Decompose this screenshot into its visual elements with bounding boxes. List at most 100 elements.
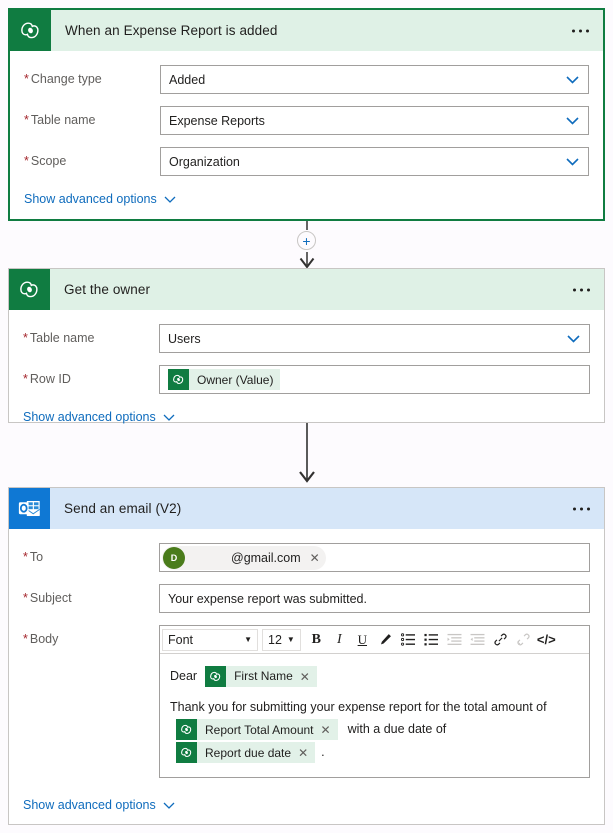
flow-card-get-owner[interactable]: Get the owner * Table name Users * Row I… (8, 268, 605, 424)
remove-token-icon[interactable]: ✕ (298, 747, 315, 759)
card-header-trigger[interactable]: When an Expense Report is added (10, 10, 603, 51)
code-view-button[interactable]: </> (535, 629, 558, 651)
remove-recipient-icon[interactable]: ✕ (310, 551, 320, 565)
bold-icon: B (311, 631, 321, 647)
chevron-down-icon (163, 414, 175, 421)
show-advanced-options-send-email[interactable]: Show advanced options (23, 790, 590, 828)
chevron-down-icon[interactable] (566, 157, 579, 166)
flow-card-send-email[interactable]: Send an email (V2) * To D @gmail.com ✕ *… (8, 487, 605, 825)
dataverse-icon (10, 10, 51, 51)
field-row-row-id: * Row ID Owner (Value) (23, 365, 590, 394)
trailing-text: . (321, 745, 325, 760)
indent-button[interactable] (443, 629, 466, 651)
font-family-dropdown[interactable]: Font ▼ (162, 628, 258, 651)
dynamic-token-first-name[interactable]: First Name ✕ (205, 666, 317, 687)
subject-input[interactable]: Your expense report was submitted. (159, 584, 590, 613)
required-asterisk: * (23, 550, 28, 564)
chevron-down-icon[interactable] (567, 334, 580, 343)
chevron-down-icon[interactable] (566, 116, 579, 125)
required-asterisk: * (23, 372, 28, 386)
date-token-line: Report due date ✕ . (170, 742, 579, 764)
body-main-paragraph: Thank you for submitting your expense re… (170, 698, 579, 764)
recipient-chip[interactable]: D @gmail.com ✕ (162, 545, 326, 570)
dot (587, 507, 590, 510)
chevron-down-icon[interactable] (566, 75, 579, 84)
mid-text: with a due date of (347, 722, 447, 737)
field-label-users-table-name: * Table name (23, 331, 95, 345)
scope-value: Organization (169, 154, 240, 169)
token-label: Owner (Value) (197, 372, 274, 387)
code-icon: </> (536, 632, 556, 647)
underline-icon: U (357, 631, 368, 647)
field-label-row-id: * Row ID (23, 372, 71, 386)
required-asterisk: * (23, 331, 28, 345)
change-type-value: Added (169, 72, 206, 87)
bold-button[interactable]: B (305, 629, 328, 651)
table-name-value: Expense Reports (169, 113, 265, 128)
underline-button[interactable]: U (351, 629, 374, 651)
body-rich-text-editor[interactable]: Font ▼ 12 ▼ B I U </> Dear First Name ✕ … (159, 625, 590, 779)
highlighter-icon (380, 634, 391, 645)
italic-icon: I (336, 631, 342, 647)
subject-value: Your expense report was submitted. (168, 591, 367, 606)
dot (579, 29, 582, 32)
outdent-icon (470, 633, 485, 645)
field-label-subject: * Subject (23, 591, 72, 605)
card-body-trigger: * Change type Added * Table name Expense… (10, 51, 603, 222)
dynamic-token-report-due-date[interactable]: Report due date ✕ (176, 742, 316, 764)
card-header-send-email[interactable]: Send an email (V2) (9, 488, 604, 529)
card-menu-button-send-email[interactable] (569, 501, 594, 516)
card-menu-button-trigger[interactable] (568, 23, 593, 38)
field-label-scope: * Scope (24, 154, 67, 168)
card-header-get-owner[interactable]: Get the owner (9, 269, 604, 310)
italic-button[interactable]: I (328, 629, 351, 651)
table-name-select[interactable]: Expense Reports (160, 106, 589, 135)
recipient-email: @gmail.com (231, 550, 301, 565)
required-asterisk: * (23, 632, 28, 646)
connector-trigger-to-get-owner: + (0, 221, 613, 273)
row-id-input[interactable]: Owner (Value) (159, 365, 590, 394)
rte-toolbar: Font ▼ 12 ▼ B I U </> (160, 626, 589, 654)
dot (573, 288, 576, 291)
caret-down-icon: ▼ (286, 635, 295, 644)
greeting-text: Dear (170, 668, 198, 683)
dynamic-token-report-total-amount[interactable]: Report Total Amount ✕ (176, 719, 338, 741)
dot (580, 288, 583, 291)
outdent-button[interactable] (466, 629, 489, 651)
body-content[interactable]: Dear First Name ✕ Thank you for submitti… (160, 654, 589, 777)
font-size-dropdown[interactable]: 12 ▼ (262, 628, 301, 651)
chevron-down-icon (163, 802, 175, 809)
dot (586, 29, 589, 32)
users-table-select[interactable]: Users (159, 324, 590, 353)
body-greeting-line: Dear First Name ✕ (170, 666, 579, 687)
field-label-to: * To (23, 550, 44, 564)
card-body-get-owner: * Table name Users * Row ID Owner (Value… (9, 310, 604, 440)
numbered-list-button[interactable] (397, 629, 420, 651)
field-label-body: * Body (23, 632, 59, 646)
remove-token-icon[interactable]: ✕ (321, 724, 338, 736)
highlight-button[interactable] (374, 629, 397, 651)
dot (587, 288, 590, 291)
insert-link-button[interactable] (489, 629, 512, 651)
remove-link-button[interactable] (512, 629, 535, 651)
required-asterisk: * (24, 113, 29, 127)
flow-card-trigger[interactable]: When an Expense Report is added * Change … (8, 8, 605, 221)
dot (580, 507, 583, 510)
field-row-subject: * Subject Your expense report was submitt… (23, 584, 590, 613)
field-label-change-type: * Change type (24, 72, 102, 86)
paragraph-text-line: Thank you for submitting your expense re… (170, 698, 579, 717)
to-input[interactable]: D @gmail.com ✕ (159, 543, 590, 572)
card-title: Send an email (V2) (64, 501, 182, 516)
dataverse-icon (205, 666, 227, 687)
remove-token-icon[interactable]: ✕ (300, 671, 317, 683)
bullet-list-button[interactable] (420, 629, 443, 651)
advanced-options-label: Show advanced options (23, 410, 156, 424)
field-label-table-name: * Table name (24, 113, 96, 127)
show-advanced-options-trigger[interactable]: Show advanced options (24, 188, 589, 222)
add-step-button[interactable]: + (297, 231, 316, 250)
scope-select[interactable]: Organization (160, 147, 589, 176)
users-table-value: Users (168, 331, 201, 346)
dynamic-token-owner-value[interactable]: Owner (Value) (168, 369, 281, 390)
card-menu-button-get-owner[interactable] (569, 282, 594, 297)
change-type-select[interactable]: Added (160, 65, 589, 94)
